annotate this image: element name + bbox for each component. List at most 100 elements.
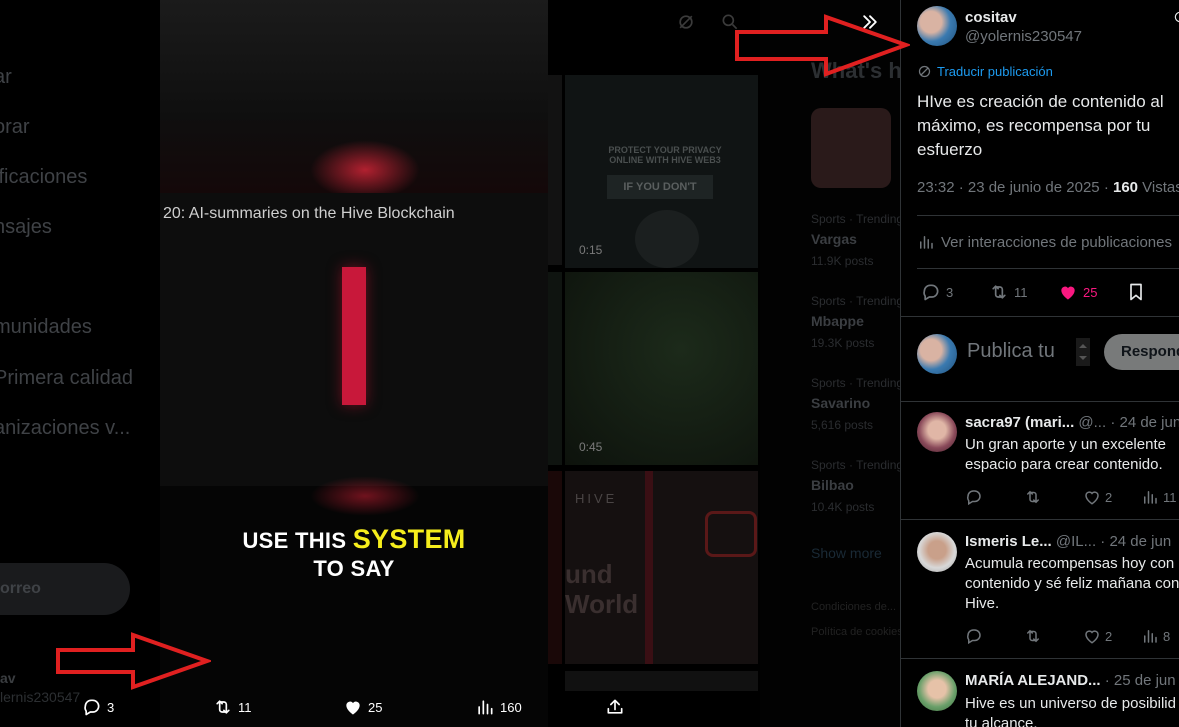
reply-views-button[interactable]: 11 bbox=[1141, 488, 1177, 506]
repost-count: 11 bbox=[1014, 284, 1028, 300]
video-like-button[interactable]: 25 bbox=[343, 697, 382, 717]
media-tile[interactable] bbox=[565, 671, 758, 691]
reply-avatar[interactable] bbox=[917, 671, 957, 711]
heart-icon bbox=[1085, 630, 1099, 644]
footer-link[interactable]: Política de cookies bbox=[811, 626, 903, 638]
translate-post-link[interactable]: Traducir publicación bbox=[917, 64, 1053, 79]
post-metadata: 23:32 · 23 de junio de 2025 · 160 Vistas bbox=[917, 179, 1179, 196]
author-avatar[interactable] bbox=[917, 6, 957, 46]
show-more-link[interactable]: Show more bbox=[811, 545, 882, 561]
reply-avatar[interactable] bbox=[917, 412, 957, 452]
scroll-stepper[interactable] bbox=[1076, 338, 1090, 366]
nav-item-notifications[interactable]: ificaciones bbox=[0, 166, 87, 189]
reply-like-button[interactable]: 2 bbox=[1083, 627, 1112, 645]
reply-author-name: sacra97 (mari... bbox=[965, 414, 1075, 431]
views-count: 160 bbox=[1112, 179, 1139, 196]
video-frame[interactable]: 20: AI-summaries on the Hive Blockchain bbox=[160, 193, 548, 486]
translate-icon bbox=[918, 65, 931, 78]
decor-stripe bbox=[645, 471, 653, 664]
tile-caption: PROTECT YOUR PRIVACY ONLINE WITH HIVE WE… bbox=[608, 145, 722, 165]
reply-input[interactable]: Publica tu bbox=[967, 340, 1055, 363]
share-icon bbox=[607, 699, 623, 714]
trend-name[interactable]: Bilbao bbox=[811, 477, 854, 493]
reply-submit-button[interactable]: Respond bbox=[1104, 334, 1179, 370]
video-repost-button[interactable]: 11 bbox=[213, 697, 252, 717]
account-name[interactable]: av bbox=[0, 670, 16, 686]
reply-repost-button[interactable] bbox=[1024, 488, 1042, 506]
tile-subcaption: IF YOU DON'T bbox=[607, 175, 713, 199]
trend-context: Sports · Trending bbox=[811, 376, 904, 390]
media-tile[interactable] bbox=[548, 272, 562, 465]
media-tile-forest[interactable]: 0:45 bbox=[565, 272, 758, 465]
reply-meta: @... · 24 de jun bbox=[1074, 414, 1179, 431]
heart-icon bbox=[1085, 491, 1099, 505]
video-reply-button[interactable]: 3 bbox=[82, 697, 114, 717]
repost-button[interactable]: 11 bbox=[989, 282, 1028, 302]
trend-image[interactable] bbox=[811, 108, 891, 188]
reply-like-button[interactable]: 2 bbox=[1083, 488, 1112, 506]
video-player[interactable]: 20: AI-summaries on the Hive Blockchain … bbox=[160, 0, 548, 727]
trend-context: Sports · Trending bbox=[811, 212, 904, 226]
media-tile-privacy[interactable]: PROTECT YOUR PRIVACY ONLINE WITH HIVE WE… bbox=[565, 75, 758, 268]
divider bbox=[917, 268, 1179, 269]
nav-item-premium[interactable]: Primera calidad bbox=[0, 367, 133, 390]
annotation-arrow-icon bbox=[735, 14, 910, 77]
like-button[interactable]: 25 bbox=[1058, 282, 1097, 302]
post-interactions-link[interactable]: Ver interacciones de publicaciones bbox=[917, 233, 1172, 251]
background-sidebar: ar orar ificaciones nsajes munidades Pri… bbox=[0, 0, 160, 727]
post-timestamp[interactable]: 23:32 · 23 de junio de 2025 · bbox=[917, 179, 1113, 196]
divider bbox=[917, 215, 1179, 216]
video-red-figure bbox=[342, 267, 366, 405]
video-duration: 0:15 bbox=[579, 243, 603, 257]
current-user-avatar[interactable] bbox=[917, 334, 957, 374]
video-action-bar: 3 11 25 160 bbox=[80, 697, 640, 723]
bookmark-button[interactable] bbox=[1126, 282, 1146, 302]
background-media-grid: PROTECT YOUR PRIVACY ONLINE WITH HIVE WE… bbox=[548, 75, 760, 691]
trend-context: Sports · Trending bbox=[811, 294, 904, 308]
trend-name[interactable]: Vargas bbox=[811, 231, 857, 247]
person-figure bbox=[635, 210, 699, 268]
reply-author[interactable]: MARÍA ALEJAND... · 25 de jun bbox=[965, 672, 1176, 689]
nav-item-explore[interactable]: orar bbox=[0, 116, 30, 139]
author-handle[interactable]: @yolernis230547 bbox=[965, 28, 1082, 45]
reply-views-count: 8 bbox=[1163, 628, 1171, 644]
grok-icon[interactable] bbox=[676, 12, 696, 32]
repost-icon bbox=[1027, 629, 1039, 643]
video-lower-area: USE THIS SYSTEM TO SAY bbox=[160, 476, 548, 727]
reply-reply-button[interactable] bbox=[965, 488, 983, 506]
footer-link[interactable]: Condiciones de... bbox=[811, 601, 896, 613]
grok-icon[interactable] bbox=[1173, 10, 1179, 24]
reply-button[interactable]: 3 bbox=[921, 282, 953, 302]
account-handle: lernis230547 bbox=[0, 689, 81, 705]
nav-item-messages[interactable]: nsajes bbox=[0, 216, 52, 239]
reply-avatar[interactable] bbox=[917, 532, 957, 572]
reply-icon bbox=[84, 699, 100, 716]
video-share-button[interactable] bbox=[605, 697, 625, 717]
like-count: 25 bbox=[368, 699, 383, 715]
reply-views-button[interactable]: 8 bbox=[1141, 627, 1170, 645]
trend-posts: 10.4K posts bbox=[811, 500, 875, 514]
tile-caption: HIVE bbox=[575, 491, 618, 506]
nav-item-home[interactable]: ar bbox=[0, 66, 12, 89]
reply-reply-button[interactable] bbox=[965, 627, 983, 645]
trend-name[interactable]: Savarino bbox=[811, 395, 870, 411]
nav-item-organizations[interactable]: anizaciones v... bbox=[0, 417, 130, 440]
trend-name[interactable]: Mbappe bbox=[811, 313, 864, 329]
repost-icon bbox=[992, 285, 1006, 299]
video-caption-line1: USE THIS SYSTEM bbox=[160, 524, 548, 555]
media-tile[interactable] bbox=[548, 75, 562, 265]
translate-label: Traducir publicación bbox=[937, 64, 1053, 79]
reply-repost-button[interactable] bbox=[1024, 627, 1042, 645]
video-duration: 0:45 bbox=[579, 440, 603, 454]
media-tile[interactable] bbox=[548, 471, 562, 664]
nav-item-communities[interactable]: munidades bbox=[0, 316, 92, 339]
repost-icon bbox=[216, 700, 230, 714]
reply-author[interactable]: sacra97 (mari... @... · 24 de jun bbox=[965, 414, 1179, 431]
media-tile-hive-world[interactable]: HIVE und World bbox=[565, 471, 758, 664]
author-name[interactable]: cositav bbox=[965, 9, 1017, 26]
video-views-button[interactable]: 160 bbox=[475, 697, 522, 717]
reply-author[interactable]: Ismeris Le... @IL... · 24 de jun bbox=[965, 533, 1171, 550]
reply-meta: · 25 de jun bbox=[1100, 672, 1176, 689]
caption-text: USE THIS bbox=[242, 528, 347, 553]
interactions-label: Ver interacciones de publicaciones bbox=[941, 233, 1172, 251]
